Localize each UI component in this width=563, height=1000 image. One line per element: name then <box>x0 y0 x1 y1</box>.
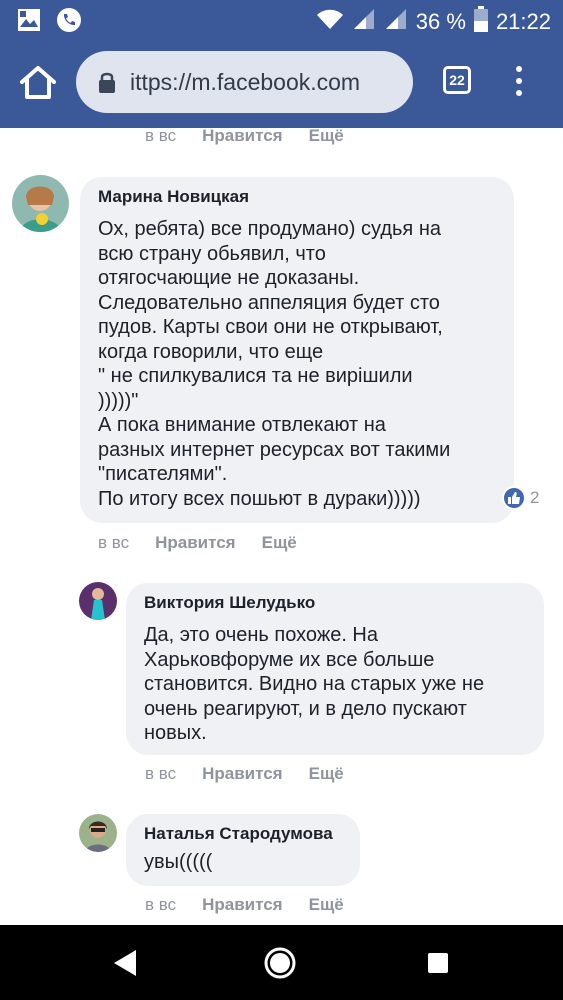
status-bar: 36 % 21:22 <box>0 0 563 40</box>
url-text: ittps://m.facebook.com <box>130 68 361 95</box>
like-link[interactable]: Нравится <box>155 533 236 553</box>
like-link[interactable]: Нравится <box>202 895 283 915</box>
battery-icon <box>473 6 488 38</box>
more-link[interactable]: Ещё <box>309 764 344 784</box>
browser-toolbar: ittps://m.facebook.com 22 <box>0 40 563 128</box>
thumbs-up-icon <box>502 486 526 510</box>
comment-bubble: Наталья Стародумова увы((((( <box>126 814 360 886</box>
navigation-bar <box>0 925 563 1000</box>
comment-author[interactable]: Марина Новицкая <box>98 187 496 207</box>
lock-icon <box>99 72 115 93</box>
comment-time[interactable]: в вс <box>98 533 129 553</box>
avatar[interactable] <box>12 175 69 232</box>
phone-icon <box>56 7 82 38</box>
menu-dot <box>516 90 522 96</box>
menu-dot <box>516 66 522 72</box>
avatar[interactable] <box>79 814 117 852</box>
comment-time[interactable]: в вс <box>145 895 176 915</box>
clock: 21:22 <box>495 9 551 34</box>
comment-time[interactable]: в вс <box>145 128 176 146</box>
comment-bubble: Марина Новицкая Ох, ребята) все продуман… <box>80 177 514 523</box>
comment-text: Да, это очень похоже. На Харьковфоруме и… <box>144 624 485 744</box>
tabs-button[interactable]: 22 <box>443 66 471 94</box>
battery-percent: 36 % <box>415 9 466 34</box>
reaction-number: 2 <box>530 488 540 507</box>
like-link[interactable]: Нравится <box>202 128 283 146</box>
menu-dot <box>516 78 522 84</box>
address-bar[interactable]: ittps://m.facebook.com <box>76 51 413 113</box>
comment-meta: в вс Нравится Ещё <box>145 895 344 915</box>
more-link[interactable]: Ещё <box>262 533 297 553</box>
like-link[interactable]: Нравится <box>202 764 283 784</box>
comment-meta: в вс Нравится Ещё <box>145 128 344 146</box>
home-nav-button[interactable] <box>263 946 297 980</box>
comment-author[interactable]: Наталья Стародумова <box>144 824 342 844</box>
recents-button[interactable] <box>427 952 449 974</box>
signal-icon <box>384 7 408 37</box>
comment-time[interactable]: в вс <box>145 764 176 784</box>
home-button[interactable] <box>18 64 58 104</box>
comment-meta: в вс Нравится Ещё <box>98 533 297 553</box>
comments-thread: в вс Нравится Ещё Марина Новицкая Ох, ре… <box>0 128 563 925</box>
more-link[interactable]: Ещё <box>309 128 344 146</box>
menu-button[interactable] <box>512 66 526 96</box>
comment-author[interactable]: Виктория Шелудько <box>144 593 526 613</box>
comment-text: Ох, ребята) все продумано) судья на всю … <box>98 218 451 510</box>
back-button[interactable] <box>112 948 138 978</box>
avatar[interactable] <box>79 582 117 620</box>
comment-text: увы((((( <box>144 851 213 873</box>
home-icon <box>20 66 56 99</box>
comment-bubble: Виктория Шелудько Да, это очень похоже. … <box>126 583 544 755</box>
signal-icon <box>352 7 376 37</box>
wifi-icon <box>316 7 344 37</box>
reaction-count[interactable]: 2 <box>502 486 539 510</box>
comment-meta: в вс Нравится Ещё <box>145 764 344 784</box>
more-link[interactable]: Ещё <box>309 895 344 915</box>
gallery-icon <box>16 7 42 38</box>
